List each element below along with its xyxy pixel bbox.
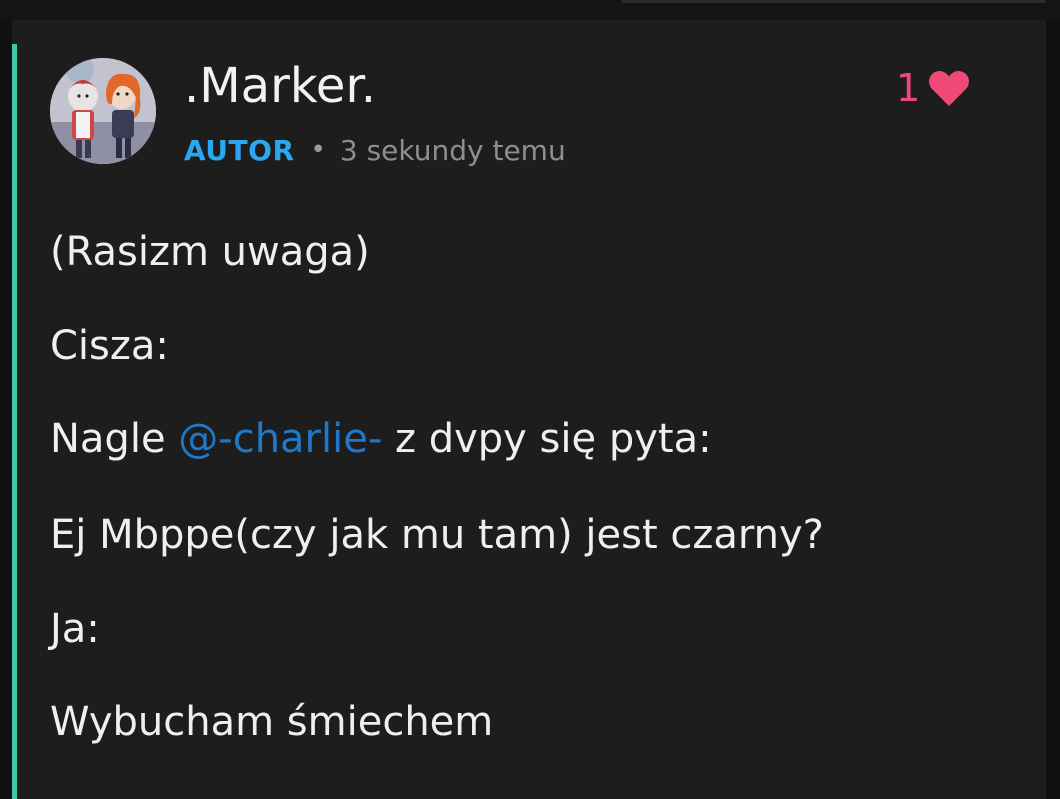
avatar-image bbox=[50, 58, 156, 164]
like-button[interactable]: 1 bbox=[896, 66, 970, 110]
top-strip-divider bbox=[622, 0, 1046, 3]
meta-separator: • bbox=[310, 135, 326, 165]
comment-meta: AUTOR • 3 sekundy temu bbox=[184, 132, 566, 168]
thread-accent-bar bbox=[12, 44, 17, 799]
author-name[interactable]: .Marker. bbox=[184, 62, 376, 110]
comment-body-line: Wybucham śmiechem bbox=[50, 699, 494, 745]
comment-text: Nagle bbox=[50, 416, 179, 462]
heart-icon bbox=[929, 70, 970, 106]
author-role-badge: AUTOR bbox=[184, 133, 295, 167]
like-count: 1 bbox=[896, 66, 921, 110]
user-mention-link[interactable]: @-charlie- bbox=[178, 416, 382, 462]
comment-card: .Marker. AUTOR • 3 sekundy temu 1 (Rasiz… bbox=[12, 20, 1046, 799]
comment-body-line: Nagle @-charlie- z dvpy się pyta: bbox=[50, 419, 712, 459]
comment-body-line: (Rasizm uwaga) bbox=[50, 229, 370, 275]
comment-timestamp: 3 sekundy temu bbox=[339, 133, 566, 167]
avatar[interactable] bbox=[50, 58, 156, 164]
comment-body-line: Ej Mbppe(czy jak mu tam) jest czarny? bbox=[50, 512, 824, 558]
comment-text: z dvpy się pyta: bbox=[382, 416, 712, 462]
comment-body-line: Cisza: bbox=[50, 323, 169, 369]
comment-body-line: Ja: bbox=[50, 606, 100, 652]
top-strip bbox=[0, 0, 1060, 20]
